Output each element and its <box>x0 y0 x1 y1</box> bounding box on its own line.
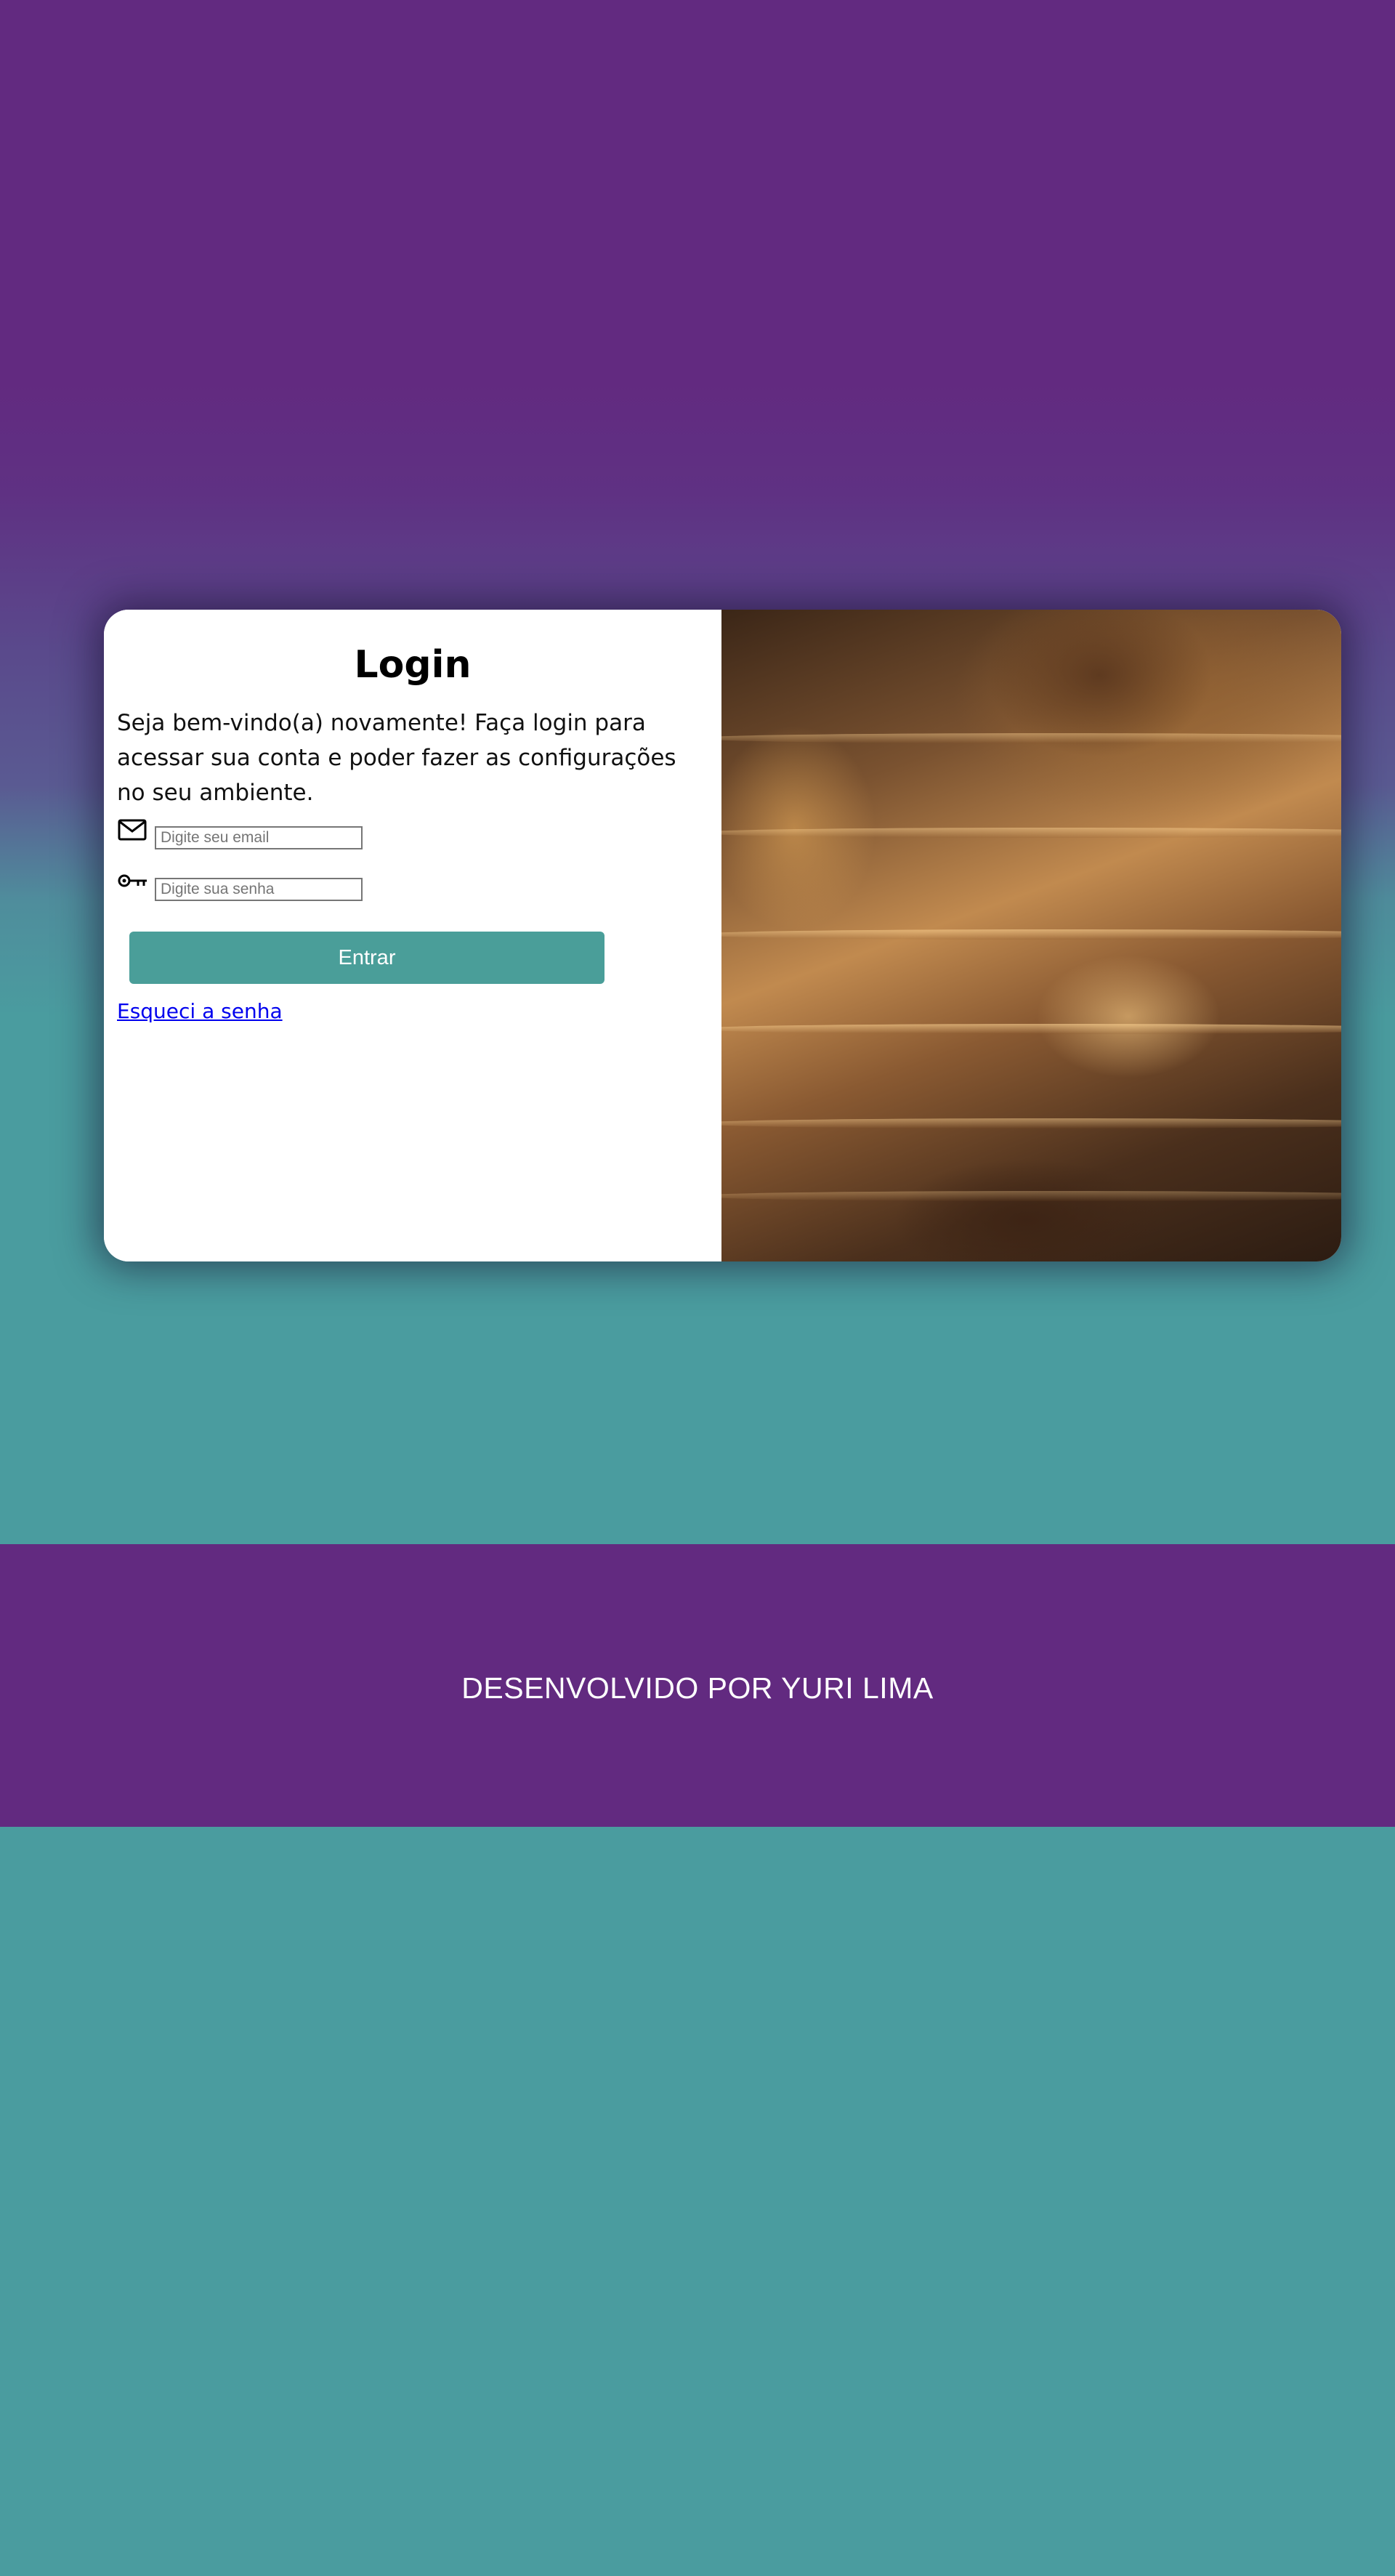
email-row <box>117 817 363 849</box>
opera-house-image <box>721 610 1341 1261</box>
envelope-icon <box>118 819 147 841</box>
forgot-password-link[interactable]: Esqueci a senha <box>117 999 283 1023</box>
password-field[interactable] <box>155 878 363 901</box>
footer-credit: DESENVOLVIDO POR YURI LIMA <box>461 1671 934 1705</box>
entrar-button[interactable]: Entrar <box>129 932 604 984</box>
password-row <box>117 869 363 901</box>
login-form-panel: Login Seja bem-vindo(a) novamente! Faça … <box>104 610 721 1261</box>
key-icon <box>118 874 147 887</box>
welcome-text: Seja bem-vindo(a) novamente! Faça login … <box>117 710 676 806</box>
login-title: Login <box>354 643 472 687</box>
email-field[interactable] <box>155 826 363 849</box>
login-card: Login Seja bem-vindo(a) novamente! Faça … <box>104 610 1341 1261</box>
